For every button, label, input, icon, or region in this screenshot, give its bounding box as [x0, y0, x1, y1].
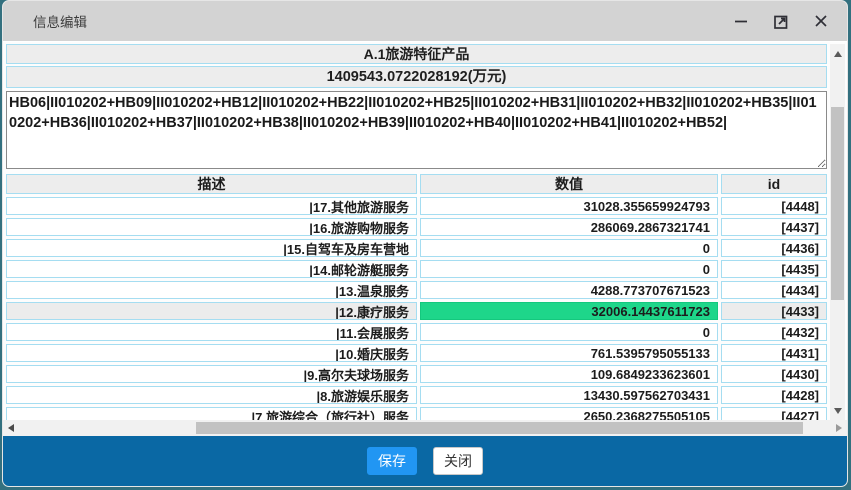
dialog-footer: 保存 关闭	[3, 436, 847, 486]
table-row[interactable]: |14.邮轮游艇服务 0 [4435]	[6, 260, 827, 278]
desc-cell: |14.邮轮游艇服务	[6, 260, 417, 278]
edit-dialog: 信息编辑	[2, 0, 848, 487]
id-cell: [4431]	[721, 344, 827, 362]
value-cell[interactable]: 761.5395795055133	[420, 344, 718, 362]
table-row[interactable]: |8.旅游娱乐服务 13430.597562703431 [4428]	[6, 386, 827, 404]
value-cell[interactable]: 0	[420, 239, 718, 257]
desc-cell: |10.婚庆服务	[6, 344, 417, 362]
minimize-icon	[732, 12, 750, 30]
triangle-up-icon	[834, 51, 842, 57]
table-row[interactable]: |12.康疗服务 32006.14437611723 [4433]	[6, 302, 827, 320]
vertical-scrollbar[interactable]	[830, 44, 845, 420]
close-button-footer[interactable]: 关闭	[433, 447, 483, 475]
total-value: 1409543.0722028192(万元)	[6, 66, 827, 88]
table-row[interactable]: |10.婚庆服务 761.5395795055133 [4431]	[6, 344, 827, 362]
id-cell: [4448]	[721, 197, 827, 215]
desc-cell: |9.高尔夫球场服务	[6, 365, 417, 383]
desc-cell: |11.会展服务	[6, 323, 417, 341]
horizontal-scrollbar[interactable]	[3, 420, 847, 436]
table-row[interactable]: |13.温泉服务 4288.773707671523 [4434]	[6, 281, 827, 299]
value-cell[interactable]: 0	[420, 260, 718, 278]
desc-cell: |12.康疗服务	[6, 302, 417, 320]
table-body: |17.其他旅游服务 31028.355659924793 [4448] |16…	[6, 197, 827, 425]
maximize-icon	[772, 12, 790, 30]
table-header-row: 描述 数值 id	[6, 174, 827, 194]
value-cell[interactable]: 0	[420, 323, 718, 341]
horizontal-scrollbar-thumb[interactable]	[196, 422, 803, 434]
id-cell: [4428]	[721, 386, 827, 404]
save-button[interactable]: 保存	[367, 447, 417, 475]
table-row[interactable]: |17.其他旅游服务 31028.355659924793 [4448]	[6, 197, 827, 215]
desc-cell: |15.自驾车及房车营地	[6, 239, 417, 257]
scroll-down-button[interactable]	[830, 403, 845, 418]
table-row[interactable]: |11.会展服务 0 [4432]	[6, 323, 827, 341]
column-header-id: id	[721, 174, 827, 194]
id-cell: [4430]	[721, 365, 827, 383]
column-header-desc: 描述	[6, 174, 417, 194]
desc-cell: |8.旅游娱乐服务	[6, 386, 417, 404]
data-table: 描述 数值 id |17.其他旅游服务 31028.355659924793 […	[6, 174, 827, 425]
value-cell[interactable]: 31028.355659924793	[420, 197, 718, 215]
edit-form: A.1旅游特征产品 1409543.0722028192(万元) HB06|II…	[6, 44, 827, 425]
scroll-left-button[interactable]	[4, 420, 18, 436]
formula-textarea[interactable]: HB06|II010202+HB09|II010202+HB12|II01020…	[6, 91, 827, 169]
scroll-right-button[interactable]	[832, 420, 846, 436]
id-cell: [4435]	[721, 260, 827, 278]
dialog-content: A.1旅游特征产品 1409543.0722028192(万元) HB06|II…	[3, 42, 847, 420]
close-icon	[812, 12, 830, 30]
window-controls	[731, 11, 831, 31]
maximize-button[interactable]	[771, 11, 791, 31]
close-button[interactable]	[811, 11, 831, 31]
id-cell: [4437]	[721, 218, 827, 236]
value-cell[interactable]: 13430.597562703431	[420, 386, 718, 404]
vertical-scrollbar-thumb[interactable]	[831, 107, 844, 300]
dialog-title: 信息编辑	[33, 11, 87, 31]
value-cell[interactable]: 32006.14437611723	[420, 302, 718, 320]
table-row[interactable]: |16.旅游购物服务 286069.2867321741 [4437]	[6, 218, 827, 236]
triangle-right-icon	[836, 424, 842, 432]
table-row[interactable]: |15.自驾车及房车营地 0 [4436]	[6, 239, 827, 257]
id-cell: [4436]	[721, 239, 827, 257]
value-cell[interactable]: 4288.773707671523	[420, 281, 718, 299]
value-cell[interactable]: 286069.2867321741	[420, 218, 718, 236]
id-cell: [4432]	[721, 323, 827, 341]
triangle-down-icon	[834, 408, 842, 414]
desc-cell: |16.旅游购物服务	[6, 218, 417, 236]
page-background: 信息编辑	[0, 0, 851, 490]
scroll-up-button[interactable]	[830, 46, 845, 61]
id-cell: [4434]	[721, 281, 827, 299]
triangle-left-icon	[8, 424, 14, 432]
desc-cell: |13.温泉服务	[6, 281, 417, 299]
id-cell: [4433]	[721, 302, 827, 320]
table-row[interactable]: |9.高尔夫球场服务 109.6849233623601 [4430]	[6, 365, 827, 383]
dialog-titlebar[interactable]: 信息编辑	[3, 1, 847, 41]
value-cell[interactable]: 109.6849233623601	[420, 365, 718, 383]
column-header-value: 数值	[420, 174, 718, 194]
minimize-button[interactable]	[731, 11, 751, 31]
section-header: A.1旅游特征产品	[6, 44, 827, 64]
desc-cell: |17.其他旅游服务	[6, 197, 417, 215]
